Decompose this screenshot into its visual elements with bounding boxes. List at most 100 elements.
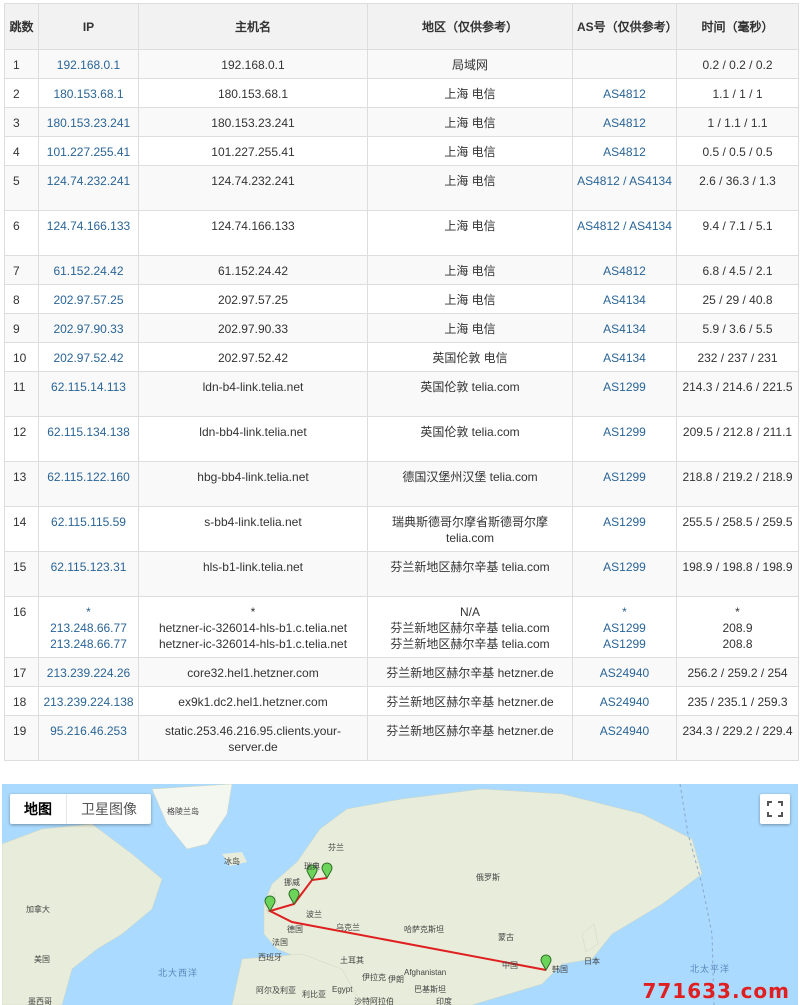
table-row: 9 202.97.90.33 202.97.90.33 上海 电信 AS4134 5.9 … [4,313,799,343]
region-cell: 瑞典斯德哥尔摩省斯德哥尔摩 telia.com [367,506,573,552]
hop-cell: 10 [4,342,39,372]
fullscreen-icon [767,801,783,817]
as-link[interactable]: AS1299 [603,515,646,529]
hop-cell: 9 [4,313,39,343]
hop-cell: 5 [4,165,39,211]
hop-cell: 2 [4,78,39,108]
as-link[interactable]: AS24940 [600,666,649,680]
ip-link[interactable]: 202.97.52.42 [53,351,123,365]
route-map[interactable]: 格陵兰岛 冰岛 加拿大 美国 墨西哥 北大西洋 北太平洋 芬兰 瑞典 挪威 俄罗… [2,784,798,1005]
region-cell: 芬兰新地区赫尔辛基 hetzner.de [386,695,554,709]
tab-map[interactable]: 地图 [10,794,66,824]
as-link[interactable]: AS24940 [600,724,649,738]
header-hostname: 主机名 [138,3,368,50]
ip-link[interactable]: 213.239.224.138 [43,695,133,709]
hop-cell: 15 [13,560,27,574]
region-cell: 芬兰新地区赫尔辛基 hetzner.de [367,657,573,687]
ip-link[interactable]: 62.115.115.59 [51,515,126,529]
as-link[interactable]: AS1299 [603,425,646,439]
as-cell: AS4812 [572,136,677,166]
as-cell: AS24940 [572,715,677,761]
as-cell: AS4134 [572,313,677,343]
ip-link[interactable]: 95.216.46.253 [50,724,127,738]
ip-link[interactable]: 62.115.122.160 [47,470,130,484]
ip-link[interactable]: 101.227.255.41 [47,145,130,159]
map-label-afghanistan: Afghanistan [404,968,447,977]
ip-link[interactable]: 192.168.0.1 [57,58,120,72]
as-cell: AS4812 / AS4134 [572,165,677,211]
time-cell: * 208.9 208.8 [722,605,753,651]
as-link[interactable]: AS4812 / AS4134 [577,219,672,233]
time-cell: 256.2 / 259.2 / 254 [676,657,799,687]
as-link[interactable]: * AS1299 AS1299 [603,605,646,651]
table-row: 1 192.168.0.1 192.168.0.1 局域网 0.2 / 0.2 / 0.… [4,49,799,79]
map-label-libya: 利比亚 [302,990,326,999]
ip-link[interactable]: 62.115.134.138 [47,425,130,439]
time-cell: 218.8 / 219.2 / 218.9 [676,461,799,507]
ip-link[interactable]: 124.74.232.241 [47,174,130,188]
as-link[interactable]: AS1299 [603,380,646,394]
ip-cell: 101.227.255.41 [38,136,139,166]
as-cell: AS1299 [572,461,677,507]
time-cell: 25 / 29 / 40.8 [676,284,799,314]
as-link[interactable]: AS4812 [603,145,646,159]
map-label-spain: 西班牙 [258,953,282,962]
as-link[interactable]: AS4134 [603,293,646,307]
header-hop: 跳数 [4,3,39,50]
region-cell: 英国伦敦 电信 [432,351,508,365]
as-link[interactable]: AS4134 [603,322,646,336]
as-link[interactable]: AS1299 [603,560,646,574]
as-link[interactable]: AS4812 / AS4134 [577,174,672,188]
fullscreen-button[interactable] [760,794,790,824]
ip-link[interactable]: 202.97.90.33 [53,322,123,336]
hop-cell: 6 [4,210,39,256]
ip-link[interactable]: 180.153.23.241 [47,116,130,130]
time-cell: 6.8 / 4.5 / 2.1 [702,264,773,278]
as-link[interactable]: AS1299 [603,470,646,484]
as-link[interactable]: AS4812 [603,87,646,101]
hop-cell: 16 [4,596,39,658]
ip-cell: * 213.248.66.77 213.248.66.77 [38,596,139,658]
ip-link[interactable]: 61.152.24.42 [53,264,123,278]
as-link[interactable]: AS4134 [603,351,646,365]
region-cell: 英国伦敦 电信 [367,342,573,372]
map-label-iran: 伊朗 [388,975,404,984]
hostname-cell: hbg-bb4-link.telia.net [138,461,368,507]
time-cell: 232 / 237 / 231 [697,351,778,365]
hostname-cell: 192.168.0.1 [138,49,368,79]
ip-cell: 202.97.90.33 [38,313,139,343]
hostname-cell: 101.227.255.41 [211,145,295,159]
table-row: 5 124.74.232.241 124.74.232.241 上海 电信 AS4812… [4,165,799,211]
ip-link[interactable]: 180.153.68.1 [53,87,123,101]
as-link[interactable]: AS24940 [600,695,649,709]
map-type-tabs: 地图 卫星图像 [10,794,151,824]
map-label-iceland: 冰岛 [224,857,240,866]
region-cell: 局域网 [367,49,573,79]
ip-cell: 62.115.115.59 [38,506,139,552]
time-cell: 5.9 / 3.6 / 5.5 [676,313,799,343]
map-label-iraq: 伊拉克 [362,973,386,982]
table-row: 15 62.115.123.31 hls-b1-link.telia.net 芬兰新地… [4,551,799,597]
time-cell: 256.2 / 259.2 / 254 [687,666,788,680]
ip-link[interactable]: 213.239.224.26 [47,666,130,680]
as-link[interactable]: AS4812 [603,116,646,130]
time-cell: 6.8 / 4.5 / 2.1 [676,255,799,285]
hop-cell: 19 [13,724,27,738]
as-link[interactable]: AS4812 [603,264,646,278]
ip-link[interactable]: 62.115.14.113 [51,380,126,394]
hostname-cell: 192.168.0.1 [221,58,285,72]
map-label-pakistan: 巴基斯坦 [414,985,446,994]
hop-cell: 10 [13,351,27,365]
tab-satellite[interactable]: 卫星图像 [66,794,151,824]
hop-cell: 14 [13,515,27,529]
ip-link[interactable]: 62.115.123.31 [51,560,127,574]
ip-link[interactable]: 202.97.57.25 [53,293,123,307]
as-cell: AS1299 [572,416,677,462]
ip-link[interactable]: 124.74.166.133 [47,219,130,233]
ip-cell: 124.74.232.241 [38,165,139,211]
hop-cell: 12 [4,416,39,462]
region-cell: 上海 电信 [367,165,573,211]
region-cell: 上海 电信 [367,210,573,256]
ip-link[interactable]: * 213.248.66.77 213.248.66.77 [50,605,127,651]
time-cell: 9.4 / 7.1 / 5.1 [676,210,799,256]
